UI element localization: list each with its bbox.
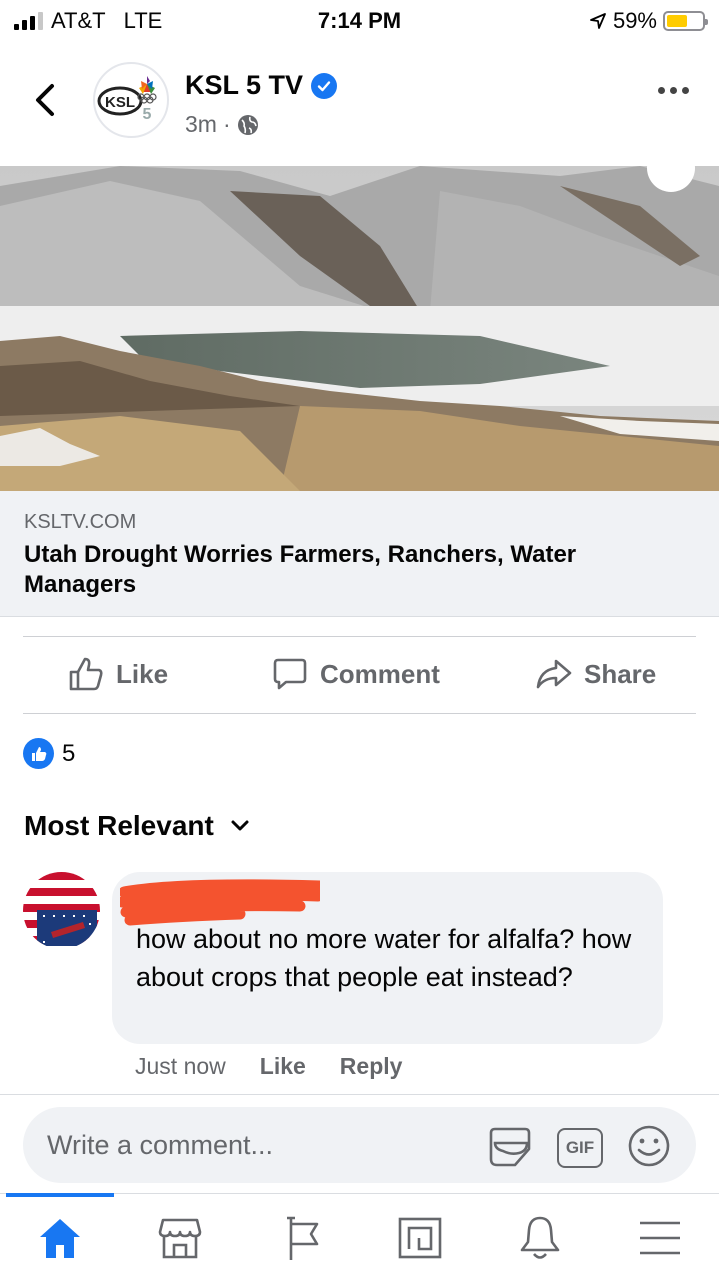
- sort-label: Most Relevant: [24, 810, 214, 841]
- avatar-logo-text: KSL: [105, 94, 135, 111]
- share-button[interactable]: Share: [536, 656, 656, 692]
- page-avatar[interactable]: KSL 5: [93, 62, 169, 138]
- comment-text: how about no more water for alfalfa? how…: [136, 924, 632, 992]
- divider: [0, 1094, 719, 1095]
- comment-button[interactable]: Comment: [272, 656, 440, 692]
- nav-active-indicator: [6, 1193, 114, 1197]
- svg-text:5: 5: [143, 106, 152, 123]
- flag-avatar-image: [23, 872, 100, 949]
- comment-meta: Just now Like Reply: [135, 1053, 402, 1080]
- dot: [658, 87, 665, 94]
- emoji-icon[interactable]: [626, 1123, 672, 1169]
- gif-icon: GIF: [557, 1127, 603, 1168]
- link-title: Utah Drought Worries Farmers, Ranchers, …: [24, 541, 577, 598]
- gif-button[interactable]: GIF: [557, 1123, 603, 1169]
- comment-composer: GIF: [23, 1107, 696, 1183]
- share-arrow-icon: [536, 659, 572, 689]
- battery-icon: [663, 11, 708, 31]
- divider: [23, 713, 696, 714]
- snowy-reservoir-photo: [0, 166, 719, 491]
- sticker-icon[interactable]: [487, 1123, 533, 1169]
- status-bar: AT&T LTE 7:14 PM 59%: [0, 0, 719, 40]
- link-domain: KSLTV.COM: [24, 511, 137, 533]
- battery-percent: 59%: [612, 8, 657, 33]
- back-button[interactable]: [28, 77, 62, 123]
- marketplace-icon[interactable]: [150, 1212, 210, 1264]
- dot: [670, 87, 677, 94]
- meta-separator: ·: [222, 111, 231, 137]
- post-timestamp[interactable]: 3m: [185, 111, 217, 138]
- chevron-left-icon: [36, 84, 54, 116]
- comment-input[interactable]: [47, 1107, 477, 1183]
- comment-label: Comment: [320, 658, 440, 689]
- globe-icon: [237, 114, 258, 135]
- share-label: Share: [584, 658, 657, 689]
- divider: [23, 636, 696, 637]
- more-options-button[interactable]: [658, 87, 689, 94]
- pages-flag-icon[interactable]: [270, 1212, 330, 1264]
- comment-reply-button[interactable]: Reply: [340, 1053, 403, 1080]
- post-actions: Like Comment Share: [0, 638, 719, 714]
- commenter-avatar[interactable]: [23, 872, 100, 949]
- link-preview-box[interactable]: KSLTV.COM Utah Drought Worries Farmers, …: [0, 491, 719, 617]
- comment-time: Just now: [135, 1053, 226, 1079]
- thumbs-up-outline-icon: [69, 657, 103, 691]
- reaction-summary[interactable]: 5: [23, 738, 75, 769]
- verified-badge-icon: [311, 72, 338, 99]
- page-name-label: KSL 5 TV: [185, 70, 304, 100]
- comment-bubble-icon: [273, 658, 307, 690]
- comment-like-button[interactable]: Like: [260, 1053, 306, 1080]
- dot: [682, 87, 689, 94]
- location-arrow-icon: [590, 13, 606, 29]
- home-icon[interactable]: [30, 1212, 90, 1264]
- ksl-logo-icon: KSL 5: [97, 76, 157, 123]
- link-preview-image[interactable]: [0, 166, 719, 491]
- comment-sort-dropdown[interactable]: Most Relevant: [24, 810, 250, 842]
- thumbs-up-icon: [23, 738, 54, 769]
- reaction-count: 5: [62, 739, 76, 767]
- like-button[interactable]: Like: [68, 656, 168, 692]
- page-name[interactable]: KSL 5 TV: [185, 70, 338, 101]
- battery-fill: [667, 15, 688, 27]
- post-header: KSL 5 KSL 5 TV 3m ·: [0, 55, 719, 150]
- status-right: 59%: [589, 8, 708, 34]
- like-label: Like: [116, 658, 169, 689]
- bottom-nav: [0, 1198, 719, 1279]
- post-meta: 3m ·: [185, 111, 259, 138]
- feeds-icon[interactable]: [390, 1212, 450, 1264]
- menu-icon[interactable]: [630, 1212, 690, 1264]
- comment-bubble[interactable]: a how about no more water for alfalfa? h…: [112, 872, 663, 1044]
- notifications-bell-icon[interactable]: [510, 1212, 570, 1264]
- chevron-down-icon: [231, 820, 249, 831]
